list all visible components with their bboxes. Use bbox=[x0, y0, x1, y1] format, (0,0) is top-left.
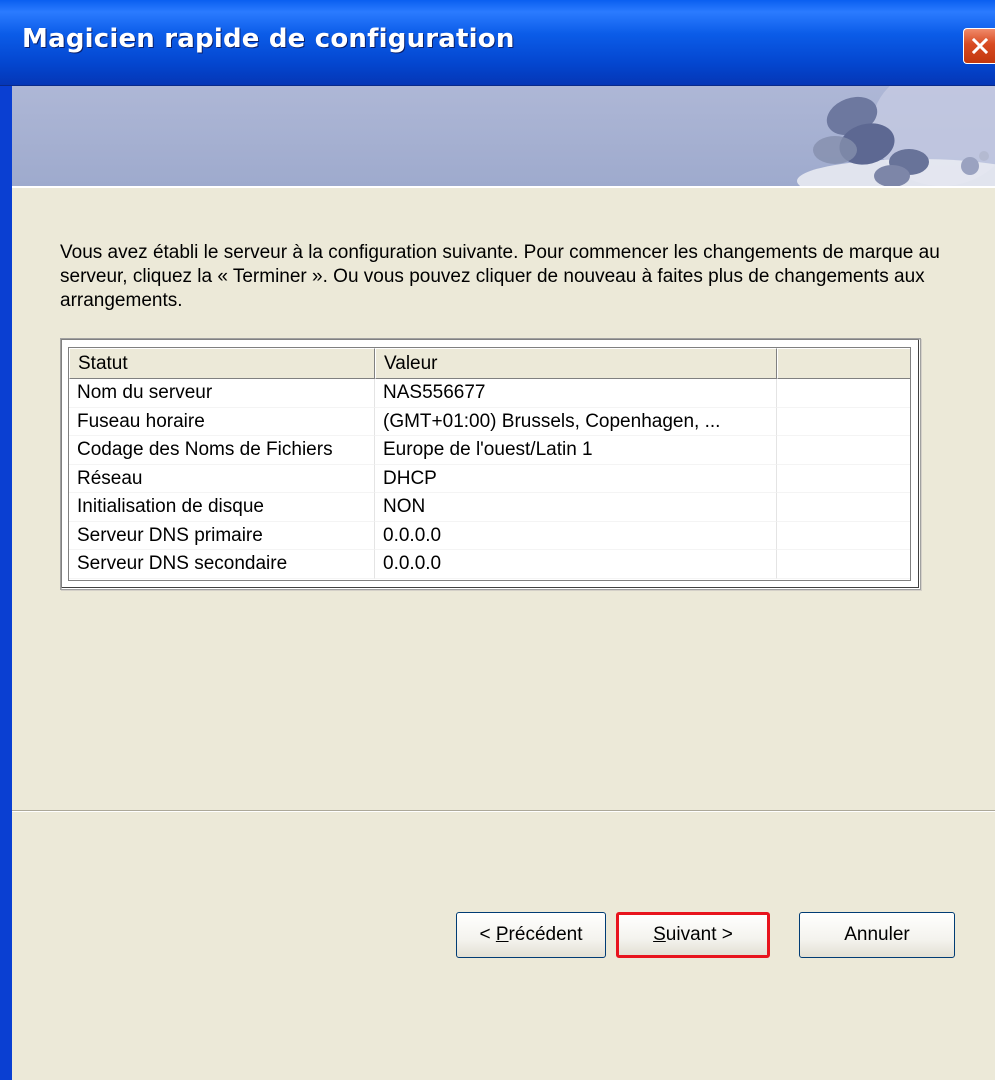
cell-empty bbox=[777, 493, 910, 522]
cell-value: 0.0.0.0 bbox=[375, 521, 777, 550]
cell-status: Nom du serveur bbox=[69, 379, 375, 408]
cell-status: Serveur DNS primaire bbox=[69, 521, 375, 550]
wizard-banner bbox=[12, 86, 995, 186]
previous-button-prefix: < bbox=[479, 924, 496, 945]
list-row[interactable]: Serveur DNS primaire 0.0.0.0 bbox=[69, 521, 910, 550]
cell-value: NAS556677 bbox=[375, 379, 777, 408]
list-row[interactable]: Codage des Noms de Fichiers Europe de l'… bbox=[69, 436, 910, 465]
column-header-status[interactable]: Statut bbox=[69, 348, 375, 379]
banner-decoration-graphic bbox=[797, 86, 995, 186]
column-header-value[interactable]: Valeur bbox=[375, 348, 777, 379]
cell-empty bbox=[777, 550, 910, 579]
list-row[interactable]: Serveur DNS secondaire 0.0.0.0 bbox=[69, 550, 910, 579]
cell-value: (GMT+01:00) Brussels, Copenhagen, ... bbox=[375, 407, 777, 436]
intro-text: Vous avez établi le serveur à la configu… bbox=[60, 242, 940, 311]
cell-status: Serveur DNS secondaire bbox=[69, 550, 375, 579]
footer-divider-highlight bbox=[12, 811, 995, 812]
cell-value: Europe de l'ouest/Latin 1 bbox=[375, 436, 777, 465]
list-row[interactable]: Nom du serveur NAS556677 bbox=[69, 379, 910, 408]
previous-button[interactable]: < Précédent bbox=[456, 912, 606, 958]
window-title: Magicien rapide de configuration bbox=[22, 24, 515, 54]
cell-status: Codage des Noms de Fichiers bbox=[69, 436, 375, 465]
cell-empty bbox=[777, 465, 910, 493]
close-icon bbox=[972, 38, 988, 54]
cell-empty bbox=[777, 436, 910, 465]
close-button[interactable] bbox=[963, 28, 995, 64]
cancel-button[interactable]: Annuler bbox=[799, 912, 955, 958]
cell-empty bbox=[777, 379, 910, 408]
cell-status: Réseau bbox=[69, 464, 375, 493]
list-frame: Statut Valeur Nom du serveur NAS556677 F… bbox=[68, 347, 911, 581]
list-row[interactable]: Initialisation de disque NON bbox=[69, 493, 910, 522]
cell-value: DHCP bbox=[375, 464, 777, 493]
next-button-mnemonic: S bbox=[653, 924, 666, 945]
list-row[interactable]: Réseau DHCP bbox=[69, 464, 910, 493]
list-header: Statut Valeur bbox=[69, 348, 910, 379]
list-row[interactable]: Fuseau horaire (GMT+01:00) Brussels, Cop… bbox=[69, 407, 910, 436]
banner-divider bbox=[12, 186, 995, 188]
column-header-empty[interactable] bbox=[777, 348, 910, 379]
cell-empty bbox=[777, 408, 910, 436]
next-button-label: uivant > bbox=[665, 924, 733, 945]
previous-button-mnemonic: P bbox=[495, 924, 509, 945]
title-bar[interactable]: Magicien rapide de configuration bbox=[0, 0, 995, 86]
wizard-body: Vous avez établi le serveur à la configu… bbox=[12, 86, 995, 1080]
cell-value: 0.0.0.0 bbox=[375, 550, 777, 579]
previous-button-label: récédent bbox=[508, 924, 583, 945]
cell-status: Fuseau horaire bbox=[69, 407, 375, 436]
cell-empty bbox=[777, 522, 910, 550]
configuration-summary-list[interactable]: Statut Valeur Nom du serveur NAS556677 F… bbox=[60, 338, 921, 590]
next-button[interactable]: Suivant > bbox=[616, 912, 770, 958]
wizard-window: Magicien rapide de configuration Vous av… bbox=[0, 0, 995, 1080]
cell-status: Initialisation de disque bbox=[69, 493, 375, 522]
cell-value: NON bbox=[375, 493, 777, 522]
list-rows: Nom du serveur NAS556677 Fuseau horaire … bbox=[69, 379, 910, 579]
